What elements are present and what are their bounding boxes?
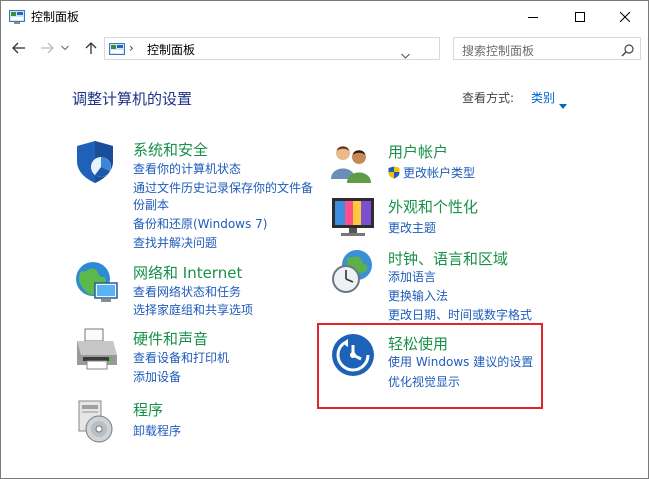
- maximize-icon: [575, 11, 585, 22]
- category-link[interactable]: 选择家庭组和共享选项: [133, 301, 253, 318]
- view-by-dropdown[interactable]: 类别: [531, 89, 555, 106]
- back-button[interactable]: [9, 38, 29, 58]
- view-by-label: 查看方式:: [462, 91, 515, 105]
- programs-disc-icon: [73, 397, 121, 445]
- category-link[interactable]: 查看网络状态和任务: [133, 283, 241, 300]
- category-title[interactable]: 程序: [133, 399, 163, 420]
- category-link[interactable]: 查看你的计算机状态: [133, 160, 241, 177]
- control-panel-window: 控制面板 › 控制面板 搜索控制面板 调整计算机的设置 查看方式: 类别 系统和…: [0, 0, 649, 479]
- category-title[interactable]: 系统和安全: [133, 139, 208, 160]
- category-link[interactable]: 查找并解决问题: [133, 234, 217, 251]
- title-bar[interactable]: 控制面板: [1, 1, 648, 32]
- forward-button[interactable]: [37, 38, 57, 58]
- recent-locations-button[interactable]: [59, 38, 71, 58]
- category-link[interactable]: 卸载程序: [133, 422, 181, 439]
- search-box[interactable]: 搜索控制面板: [453, 37, 641, 60]
- up-arrow-icon: [85, 42, 97, 54]
- category-link[interactable]: 份副本: [133, 196, 169, 213]
- breadcrumb[interactable]: 控制面板: [147, 41, 195, 58]
- back-arrow-icon: [12, 42, 25, 54]
- monitor-personalize-icon: [329, 194, 377, 242]
- up-button[interactable]: [81, 38, 101, 58]
- globe-network-icon: [73, 259, 121, 307]
- navigation-bar: › 控制面板 搜索控制面板: [1, 32, 648, 64]
- uac-shield-icon: [388, 166, 400, 179]
- minimize-button[interactable]: [510, 1, 556, 32]
- control-panel-icon: [109, 42, 125, 56]
- chevron-down-icon: [61, 45, 69, 51]
- category-title[interactable]: 时钟、语言和区域: [388, 248, 508, 269]
- highlight-box: [317, 323, 543, 409]
- category-title[interactable]: 网络和 Internet: [133, 262, 242, 283]
- page-title: 调整计算机的设置: [72, 90, 193, 108]
- window-title: 控制面板: [31, 10, 80, 24]
- caret-down-icon[interactable]: [559, 94, 567, 113]
- category-link[interactable]: 备份和还原(Windows 7): [133, 215, 267, 232]
- category-link[interactable]: 更改主题: [388, 219, 436, 236]
- category-title[interactable]: 用户帐户: [388, 141, 448, 162]
- search-icon[interactable]: [621, 42, 634, 61]
- minimize-icon: [528, 16, 538, 18]
- category-link[interactable]: 通过文件历史记录保存你的文件备: [133, 179, 313, 196]
- control-panel-icon: [9, 9, 25, 24]
- category-link[interactable]: 更换输入法: [388, 287, 448, 304]
- category-link[interactable]: 查看设备和打印机: [133, 349, 229, 366]
- breadcrumb-separator[interactable]: ›: [129, 41, 134, 55]
- close-icon: [620, 11, 630, 22]
- clock-globe-icon: [329, 247, 377, 295]
- shield-pie-icon: [73, 137, 121, 185]
- close-button[interactable]: [602, 1, 648, 32]
- printer-icon: [73, 325, 121, 373]
- category-link[interactable]: 更改帐户类型: [388, 164, 475, 181]
- category-link[interactable]: 添加语言: [388, 268, 436, 285]
- chevron-down-icon: [401, 53, 410, 59]
- search-input[interactable]: 搜索控制面板: [462, 42, 534, 59]
- forward-arrow-icon: [41, 42, 54, 54]
- category-link[interactable]: 添加设备: [133, 368, 181, 385]
- address-bar[interactable]: › 控制面板: [104, 37, 538, 63]
- change-account-type-link[interactable]: 更改帐户类型: [403, 166, 475, 180]
- category-title[interactable]: 外观和个性化: [388, 196, 478, 217]
- address-dropdown-button[interactable]: [401, 44, 410, 63]
- maximize-button[interactable]: [557, 1, 603, 32]
- users-icon: [329, 139, 377, 187]
- category-title[interactable]: 硬件和声音: [133, 328, 208, 349]
- category-link[interactable]: 更改日期、时间或数字格式: [388, 306, 532, 323]
